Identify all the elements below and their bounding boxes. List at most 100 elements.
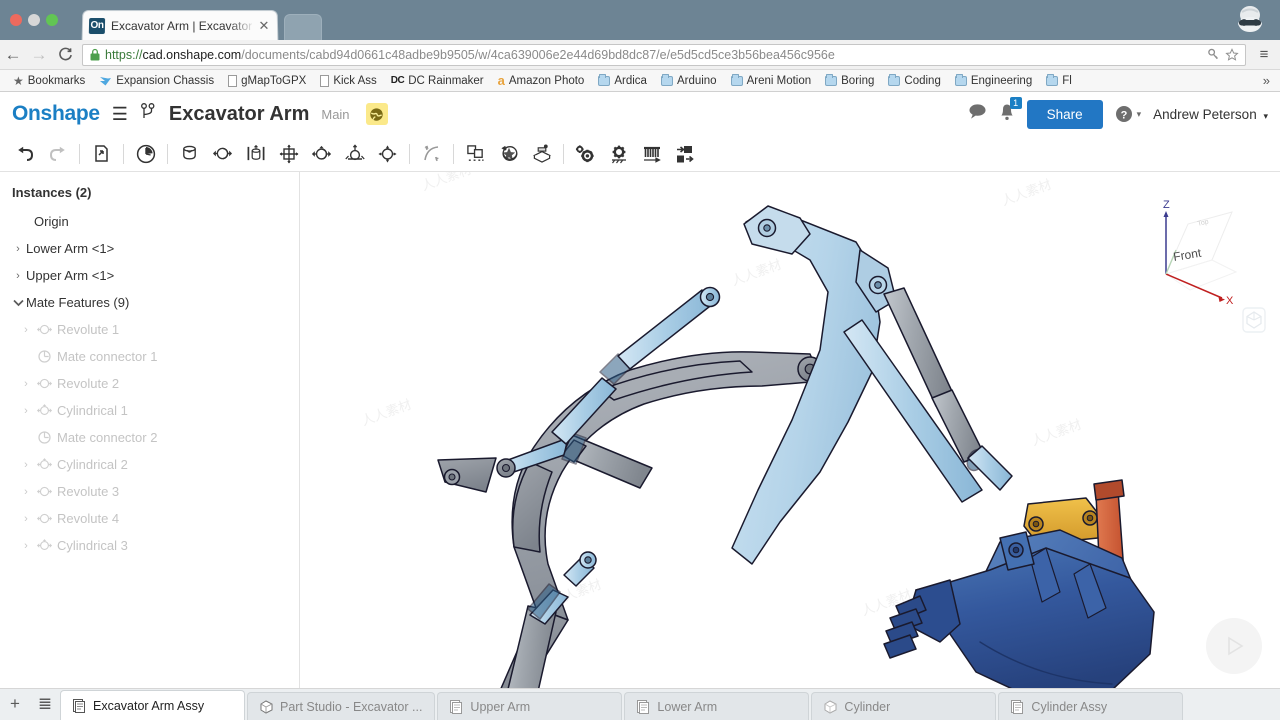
tab-excavator-arm-assy[interactable]: Excavator Arm Assy	[60, 690, 245, 720]
chevron-right-icon[interactable]: ›	[10, 243, 26, 255]
tree-item-cylindrical-1[interactable]: › Cylindrical 1	[0, 397, 299, 424]
add-tab-button[interactable]: +	[0, 688, 30, 720]
revolute-mate-icon[interactable]	[206, 139, 239, 169]
tab-upper-arm[interactable]: Upper Arm	[437, 692, 623, 720]
display-states-icon[interactable]	[1240, 306, 1268, 334]
bucket-bore	[1012, 546, 1020, 554]
bookmark-label: Areni Motion	[746, 74, 812, 87]
back-button[interactable]: ←	[0, 42, 26, 68]
bookmark-item[interactable]: gMapToGPX	[221, 71, 313, 91]
page-title[interactable]: Excavator Arm	[169, 103, 309, 126]
forward-button[interactable]: →	[26, 42, 52, 68]
main-menu-icon[interactable]: ☰	[112, 105, 128, 123]
reload-icon[interactable]	[52, 42, 78, 68]
comb-icon[interactable]	[635, 139, 668, 169]
top-face-label[interactable]: Top	[1197, 218, 1210, 228]
group-icon[interactable]	[459, 139, 492, 169]
tree-item-lower-arm[interactable]: › Lower Arm <1>	[0, 235, 299, 262]
undo-icon[interactable]	[8, 139, 41, 169]
tree-item-revolute-1[interactable]: › Revolute 1	[0, 316, 299, 343]
replicate-icon[interactable]	[492, 139, 525, 169]
comments-icon[interactable]	[968, 103, 987, 125]
close-window-button[interactable]	[10, 14, 22, 26]
workspace-label[interactable]: Main	[321, 107, 349, 122]
cylindrical-glyph	[36, 404, 52, 415]
mate-relation-icon[interactable]	[415, 139, 448, 169]
excavator-arm-model[interactable]	[300, 172, 1280, 688]
key-icon[interactable]	[1207, 48, 1220, 62]
share-button[interactable]: Share	[1026, 99, 1103, 129]
chevron-down-icon[interactable]	[10, 299, 26, 307]
tree-item-label: Mate Features (9)	[26, 295, 130, 310]
chevron-right-icon[interactable]: ›	[18, 513, 34, 525]
bookmark-star-icon[interactable]	[1225, 47, 1239, 62]
bookmark-item[interactable]: Arduino	[654, 71, 724, 91]
mate-connector-icon[interactable]	[602, 139, 635, 169]
minimize-window-button[interactable]	[28, 14, 40, 26]
bookmark-item[interactable]: ★ Bookmarks	[6, 71, 92, 91]
tree-group-mate-features[interactable]: Mate Features (9)	[0, 289, 299, 316]
redo-icon[interactable]	[41, 139, 74, 169]
chrome-menu-button[interactable]: ≡	[1252, 46, 1276, 63]
help-menu[interactable]: ? ▾	[1115, 105, 1141, 123]
chevron-right-icon[interactable]: ›	[18, 459, 34, 471]
bookmark-item[interactable]: Kick Ass	[313, 71, 383, 91]
onshape-header: Onshape ☰ Excavator Arm Main 1 Share ? ▾…	[0, 92, 1280, 136]
tree-item-revolute-2[interactable]: › Revolute 2	[0, 370, 299, 397]
insert-export-icon[interactable]	[668, 139, 701, 169]
bookmark-item[interactable]: Boring	[818, 71, 881, 91]
chevron-right-icon[interactable]: ›	[18, 540, 34, 552]
tree-item-mate-connector-2[interactable]: Mate connector 2	[0, 424, 299, 451]
tab-cylinder[interactable]: Cylinder	[811, 692, 997, 720]
bookmark-item[interactable]: Ardica	[591, 71, 654, 91]
branch-icon[interactable]	[140, 102, 155, 126]
explode-icon[interactable]	[525, 139, 558, 169]
tree-item-mate-connector-1[interactable]: Mate connector 1	[0, 343, 299, 370]
chevron-right-icon[interactable]: ›	[18, 378, 34, 390]
notifications-bell-icon[interactable]: 1	[999, 96, 1022, 126]
chevron-right-icon[interactable]: ›	[10, 270, 26, 282]
insert-part-icon[interactable]	[85, 139, 118, 169]
bookmark-item[interactable]: a Amazon Photo	[491, 71, 592, 91]
view-triad[interactable]: Z X Front Top	[1136, 200, 1246, 310]
bookmark-label: Coding	[904, 74, 941, 87]
bookmark-item[interactable]: Areni Motion	[724, 71, 819, 91]
tree-item-origin[interactable]: Origin	[0, 208, 299, 235]
gear-mate-icon[interactable]	[569, 139, 602, 169]
tab-part-studio-excavator[interactable]: Part Studio - Excavator ...	[247, 692, 436, 720]
user-menu[interactable]: Andrew Peterson ▾	[1153, 107, 1268, 122]
onshape-logo[interactable]: Onshape	[12, 102, 100, 126]
new-tab-button[interactable]	[284, 14, 322, 40]
chevron-right-icon[interactable]: ›	[18, 405, 34, 417]
globe-icon[interactable]	[365, 103, 388, 125]
pin-slot-mate-icon[interactable]	[338, 139, 371, 169]
document-tabbar: + ≣ Excavator Arm Assy Part Studio - Exc…	[0, 688, 1280, 720]
bookmark-item[interactable]: Coding	[881, 71, 947, 91]
tree-item-cylindrical-3[interactable]: › Cylindrical 3	[0, 532, 299, 559]
assembly-history-icon[interactable]	[129, 139, 162, 169]
chevron-right-icon[interactable]: ›	[18, 324, 34, 336]
tree-item-revolute-3[interactable]: › Revolute 3	[0, 478, 299, 505]
close-icon[interactable]: ✕	[257, 18, 271, 34]
planar-mate-icon[interactable]	[272, 139, 305, 169]
bookmark-item[interactable]: Fl	[1039, 71, 1079, 91]
slider-mate-icon[interactable]	[239, 139, 272, 169]
chevron-right-icon[interactable]: ›	[18, 486, 34, 498]
bookmark-item[interactable]: Expansion Chassis	[92, 71, 221, 91]
address-bar[interactable]: https://cad.onshape.com/documents/cabd94…	[82, 43, 1246, 66]
tab-list-icon[interactable]: ≣	[30, 688, 60, 720]
browser-tab[interactable]: On Excavator Arm | Excavator ✕	[81, 10, 279, 41]
cylindrical-mate-icon[interactable]	[305, 139, 338, 169]
tree-item-revolute-4[interactable]: › Revolute 4	[0, 505, 299, 532]
bookmark-item[interactable]: DC DC Rainmaker	[384, 71, 491, 91]
tab-lower-arm[interactable]: Lower Arm	[624, 692, 810, 720]
ball-mate-icon[interactable]	[371, 139, 404, 169]
bookmark-item[interactable]: Engineering	[948, 71, 1039, 91]
tree-item-cylindrical-2[interactable]: › Cylindrical 2	[0, 451, 299, 478]
maximize-window-button[interactable]	[46, 14, 58, 26]
bookmarks-overflow-icon[interactable]: »	[1263, 73, 1274, 88]
tree-item-upper-arm[interactable]: › Upper Arm <1>	[0, 262, 299, 289]
graphics-viewport[interactable]: 人人素材 人人素材 人人素材 人人素材 人人素材 人人素材 人人素材 人人素材	[300, 172, 1280, 688]
tab-cylinder-assy[interactable]: Cylinder Assy	[998, 692, 1184, 720]
fastened-mate-icon[interactable]	[173, 139, 206, 169]
